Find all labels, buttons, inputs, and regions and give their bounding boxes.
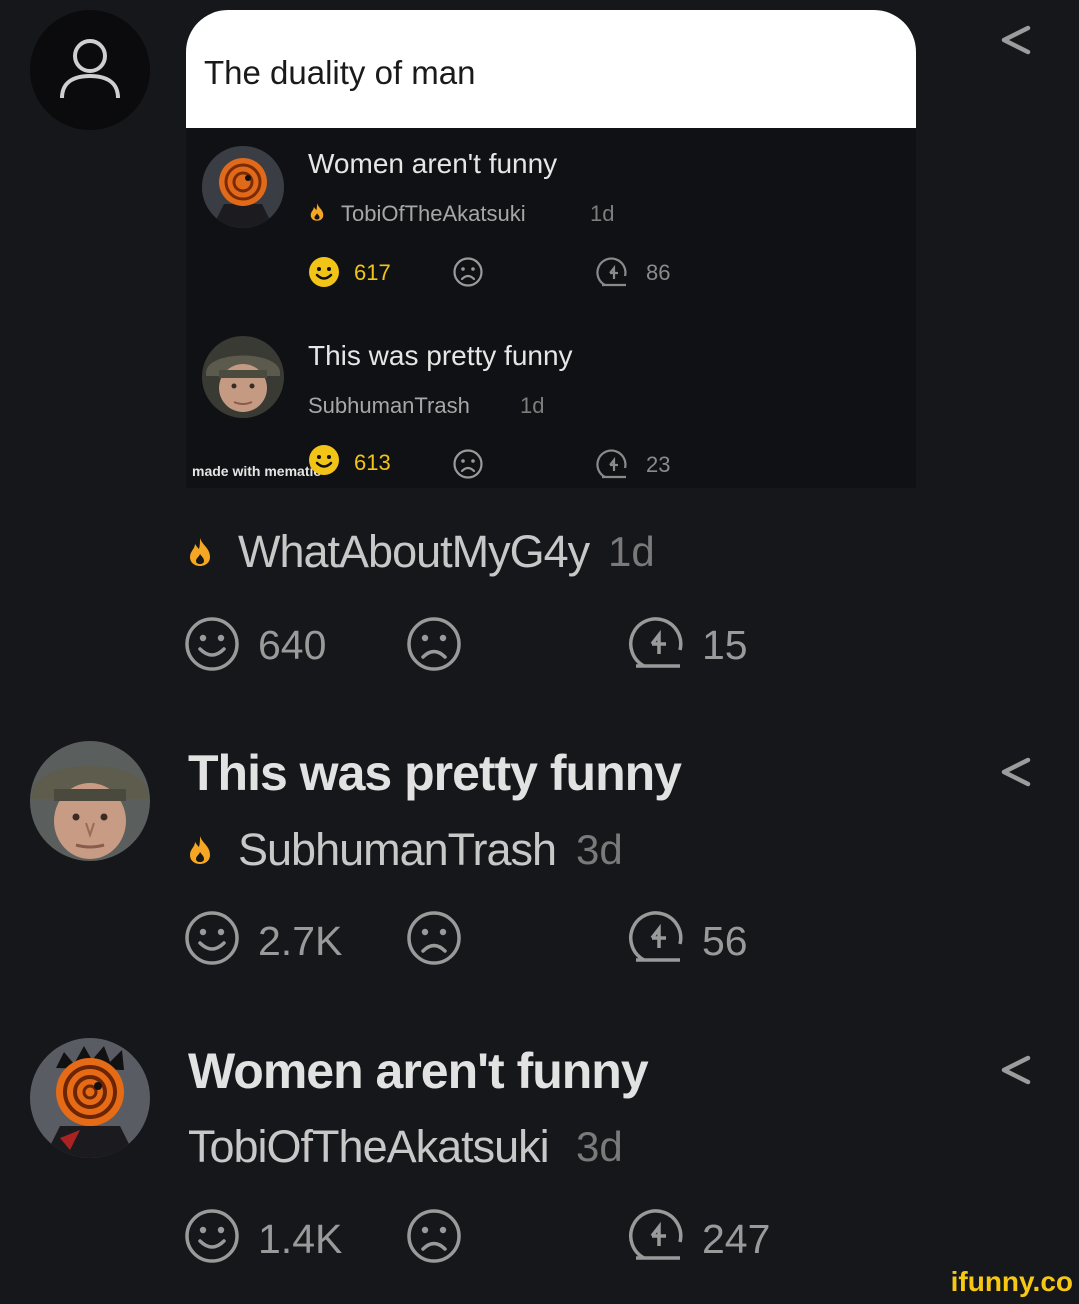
smile-icon — [185, 911, 239, 965]
unsmile-icon — [407, 617, 461, 671]
flame-icon — [310, 203, 324, 221]
reply-icon — [629, 911, 683, 962]
smile-icon — [185, 617, 239, 671]
smile-button[interactable] — [184, 1208, 240, 1264]
meme-caption-bar: The duality of man — [186, 10, 916, 128]
share-icon[interactable] — [994, 750, 1038, 794]
meme-smile-count: 613 — [354, 450, 391, 475]
comment-time: 3d — [576, 1123, 623, 1170]
reply-button[interactable] — [628, 1206, 686, 1264]
reply-count: 15 — [702, 622, 748, 668]
meme-smile-count: 617 — [354, 260, 391, 285]
reply-icon — [629, 1209, 683, 1260]
unsmile-icon — [453, 257, 483, 287]
smile-icon — [185, 1209, 239, 1263]
meme-reply-count: 23 — [646, 452, 671, 477]
smile-filled-icon — [309, 257, 339, 287]
meme-screenshot: Women aren't funny TobiOfTheAkatsuki 1d … — [186, 128, 916, 488]
share-icon[interactable] — [994, 18, 1038, 62]
share-icon[interactable] — [994, 1048, 1038, 1092]
unsmile-icon — [407, 911, 461, 965]
unsmile-button[interactable] — [406, 616, 462, 672]
subhuman-avatar — [202, 336, 284, 418]
reply-icon — [629, 617, 683, 668]
meme-image[interactable]: The duality of man Women aren't funny To… — [186, 10, 916, 488]
flame-icon — [190, 538, 210, 566]
meme-reply-count: 86 — [646, 260, 671, 285]
comment-time: 3d — [576, 826, 623, 873]
comment-time: 1d — [608, 528, 655, 575]
reply-count: 56 — [702, 918, 748, 964]
reply-button[interactable] — [628, 908, 686, 966]
comment-author[interactable]: TobiOfTheAkatsuki — [188, 1121, 550, 1173]
unsmile-button[interactable] — [406, 910, 462, 966]
smile-button[interactable] — [184, 616, 240, 672]
ifunny-watermark: ifunny.co — [950, 1266, 1073, 1297]
unsmile-button[interactable] — [406, 1208, 462, 1264]
comment-title: This was pretty funny — [188, 745, 682, 801]
smile-count: 1.4K — [258, 1216, 343, 1262]
meme-post-time: 1d — [590, 201, 615, 226]
user-icon — [60, 39, 120, 99]
meme-post-author: SubhumanTrash — [308, 393, 470, 418]
reply-icon — [596, 257, 627, 287]
tobi-avatar — [202, 146, 284, 228]
comment-author[interactable]: SubhumanTrash — [238, 824, 557, 876]
meme-caption: The duality of man — [204, 54, 476, 91]
subhuman-avatar[interactable] — [30, 741, 150, 861]
mematic-watermark: made with mematic — [192, 463, 322, 479]
smile-filled-icon — [309, 445, 339, 475]
smile-count: 2.7K — [258, 918, 343, 964]
meme-post-author: TobiOfTheAkatsuki — [341, 201, 526, 226]
meme-post-title: Women aren't funny — [308, 148, 558, 179]
unsmile-icon — [407, 1209, 461, 1263]
anonymous-avatar[interactable] — [30, 10, 150, 130]
smile-button[interactable] — [184, 910, 240, 966]
meme-post-time: 1d — [520, 393, 545, 418]
comment-title: Women aren't funny — [188, 1043, 649, 1099]
unsmile-icon — [453, 449, 483, 479]
reply-button[interactable] — [628, 614, 686, 672]
reply-icon — [596, 449, 627, 479]
smile-count: 640 — [258, 622, 327, 668]
comment-author[interactable]: WhatAboutMyG4y — [238, 526, 590, 578]
flame-icon — [190, 836, 210, 864]
reply-count: 247 — [702, 1216, 771, 1262]
tobi-avatar[interactable] — [30, 1038, 150, 1158]
meme-post-title: This was pretty funny — [308, 340, 573, 371]
